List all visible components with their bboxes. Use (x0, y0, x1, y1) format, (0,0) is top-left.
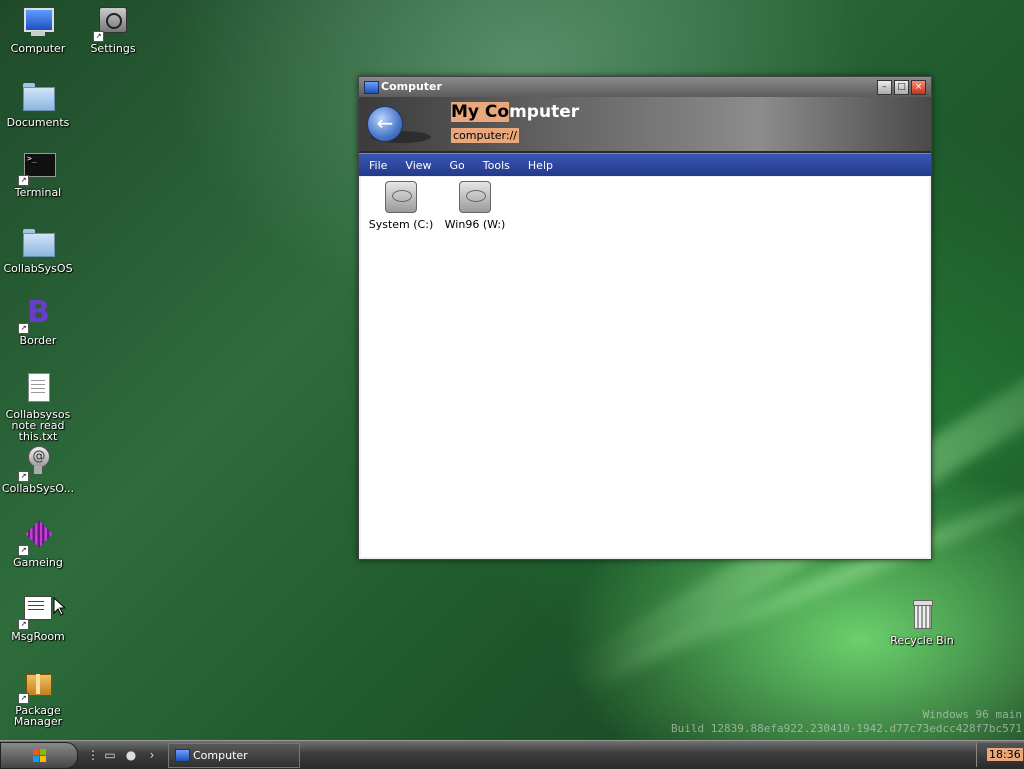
clock[interactable]: 18:36 (987, 748, 1023, 761)
hard-drive-icon (459, 181, 491, 213)
build-watermark: Windows 96 main Build 12839.88efa922.230… (671, 708, 1022, 736)
desktop-icon-border[interactable]: B ↗ Border (0, 298, 76, 346)
location-title-highlight: My Co (451, 102, 510, 122)
desktop-icon-gameing[interactable]: ↗ Gameing (0, 520, 76, 568)
system-tray: 18:36 (976, 743, 1024, 767)
folder-icon (21, 80, 55, 114)
desktop-icon-collabsyso-app[interactable]: @ ↗ CollabSysO... (0, 446, 76, 494)
desktop-icon-label: CollabSysOS (3, 262, 73, 275)
close-button[interactable]: × (911, 80, 926, 95)
trash-icon (905, 598, 939, 632)
computer-window: Computer – □ × ← My Computer computer://… (358, 76, 932, 560)
settings-icon: ↗ (93, 6, 130, 42)
windows-logo-icon (33, 749, 46, 762)
quicklaunch-more-icon[interactable]: › (145, 748, 159, 762)
desktop-icon-label: Computer (10, 42, 66, 55)
desktop-icon-label: Recycle Bin (890, 634, 954, 647)
menu-file[interactable]: File (359, 154, 395, 172)
watermark-line-2: Build 12839.88efa922.230410-1942.d77c73e… (671, 722, 1022, 735)
desktop-icon-label: Documents (6, 116, 70, 129)
window-titlebar[interactable]: Computer – □ × (359, 77, 931, 97)
drive-label: Win96 (W:) (444, 218, 506, 231)
taskbar: ⋮ ▭ ● › Computer 18:36 (0, 740, 1024, 769)
folder-quicklaunch-icon[interactable]: ▭ (103, 748, 117, 762)
watermark-line-1: Windows 96 main (922, 708, 1022, 721)
taskbar-item-computer[interactable]: Computer (168, 743, 300, 768)
taskbar-item-label: Computer (193, 749, 248, 762)
menu-go[interactable]: Go (440, 154, 473, 172)
menu-help[interactable]: Help (518, 154, 561, 172)
package-icon: ↗ (18, 668, 55, 704)
desktop-icon-documents[interactable]: Documents (0, 80, 76, 128)
desktop-icon-terminal[interactable]: >_ ↗ Terminal (0, 150, 76, 198)
desktop-icon-label: MsgRoom (11, 630, 65, 643)
back-button[interactable]: ← (367, 106, 403, 142)
desktop-icon-settings[interactable]: ↗ Settings (75, 6, 151, 54)
menu-view[interactable]: View (395, 154, 439, 172)
menu-bar: File View Go Tools Help (359, 153, 931, 176)
maximize-button[interactable]: □ (894, 80, 909, 95)
border-icon: B ↗ (18, 298, 55, 334)
show-desktop-icon[interactable]: ⋮ (86, 748, 100, 762)
terminal-icon: >_ ↗ (18, 150, 56, 186)
drive-win96-w[interactable]: Win96 (W:) (437, 181, 513, 231)
desktop-icon-label: Collabsysos note read this.txt (5, 408, 71, 443)
location-path: computer:// (451, 128, 519, 143)
location-title: My Computer (451, 102, 579, 122)
window-header: ← My Computer computer:// (359, 97, 931, 153)
computer-icon (175, 749, 190, 762)
desktop-icon-label: CollabSysO... (1, 482, 75, 495)
start-button[interactable] (0, 742, 78, 769)
window-title: Computer (381, 80, 442, 93)
desktop-icon-computer[interactable]: Computer (0, 6, 76, 54)
drive-system-c[interactable]: System (C:) (363, 181, 439, 231)
computer-icon (364, 81, 379, 94)
desktop-icon-label: Border (19, 334, 57, 347)
at-sign-icon: @ ↗ (18, 446, 55, 482)
desktop-icon-recycle-bin[interactable]: Recycle Bin (884, 598, 960, 646)
desktop-icon-label: Gameing (13, 556, 63, 569)
hard-drive-icon (385, 181, 417, 213)
folder-icon (21, 226, 55, 260)
lightbulb-quicklaunch-icon[interactable]: ● (124, 748, 138, 762)
cube-icon: ↗ (18, 520, 55, 556)
desktop-icon-label: Package Manager (13, 704, 63, 728)
text-file-icon (21, 372, 55, 406)
menu-tools[interactable]: Tools (473, 154, 518, 172)
chat-window-icon: ↗ (18, 594, 55, 630)
desktop-icon-label: Settings (90, 42, 136, 55)
monitor-icon (21, 6, 55, 40)
cursor-icon (53, 597, 65, 616)
file-view: System (C:) Win96 (W:) (361, 177, 929, 557)
minimize-button[interactable]: – (877, 80, 892, 95)
desktop-icon-collabsysos-folder[interactable]: CollabSysOS (0, 226, 76, 274)
desktop-icon-note[interactable]: Collabsysos note read this.txt (0, 372, 76, 442)
drive-label: System (C:) (368, 218, 434, 231)
desktop-icon-label: Terminal (14, 186, 62, 199)
location-title-rest: mputer (509, 102, 580, 122)
desktop-icon-package-manager[interactable]: ↗ Package Manager (0, 668, 76, 727)
arrow-left-icon: ← (376, 111, 394, 135)
